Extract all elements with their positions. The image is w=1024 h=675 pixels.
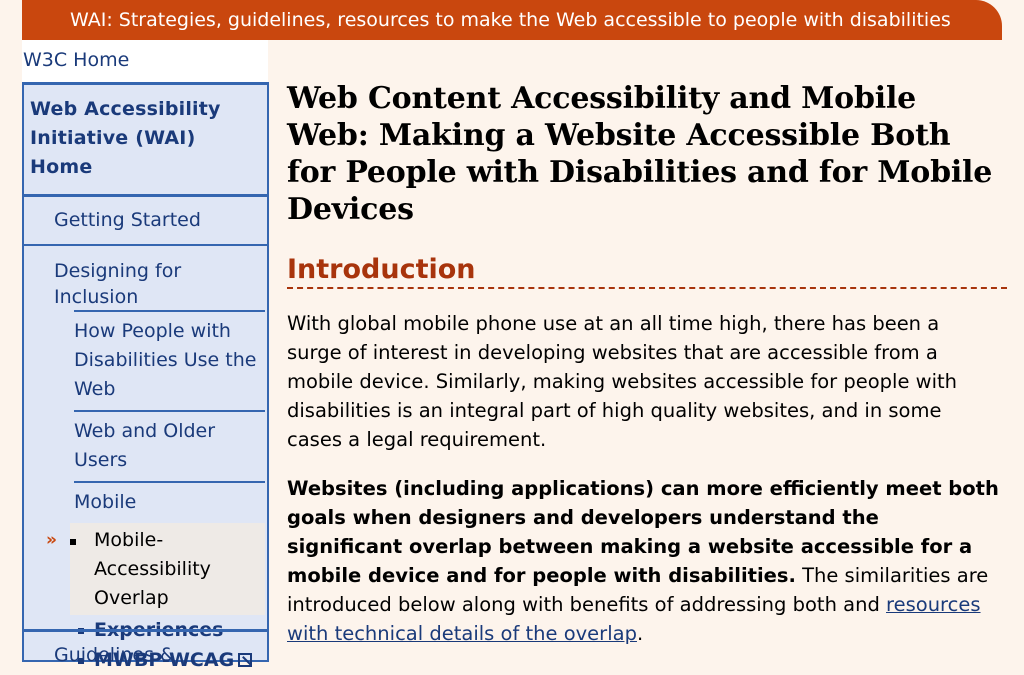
w3c-home-link[interactable]: W3C Home [22, 40, 268, 82]
bullet-icon [70, 539, 76, 545]
sidebar-item-mobile[interactable]: Mobile [74, 481, 265, 523]
banner-text: WAI: Strategies, guidelines, resources t… [70, 9, 951, 31]
sidebar-item-label: Designing for Inclusion [54, 260, 182, 308]
intro-paragraph: With global mobile phone use at an all t… [287, 312, 958, 451]
sidebar-item-label: How People with Disabilities Use the Web [74, 320, 257, 400]
sidebar-item-designing[interactable]: Designing for Inclusion [54, 258, 267, 310]
sidebar-item-older-users[interactable]: Web and Older Users [74, 410, 265, 481]
site-banner: WAI: Strategies, guidelines, resources t… [22, 0, 1002, 40]
current-page-marker-icon: » [46, 530, 57, 550]
sidebar-nav: Web Accessibility Initiative (WAI) Home … [22, 82, 269, 671]
sidebar-item-guidelines[interactable]: Guidelines & [24, 629, 267, 668]
sidebar-item-label: Mobile [74, 491, 137, 513]
sidebar-section-designing: Designing for Inclusion How People with … [24, 246, 267, 675]
sidebar-item-label: Guidelines & [54, 644, 175, 666]
page-title: Web Content Accessibility and Mobile Web… [287, 81, 993, 227]
sidebar-item-how-people[interactable]: How People with Disabilities Use the Web [74, 310, 265, 410]
sidebar-item-label: Web and Older Users [74, 420, 216, 471]
sidebar-item-getting-started[interactable]: Getting Started [24, 197, 267, 246]
overlap-end: . [636, 622, 644, 645]
sidebar-item-current: » Mobile-Accessibility Overlap [46, 523, 265, 615]
sidebar-current-label: Mobile-Accessibility Overlap [94, 529, 211, 609]
sidebar-item-label: Web Accessibility Initiative (WAI) Home [30, 98, 221, 178]
sidebar-item-wai-home[interactable]: Web Accessibility Initiative (WAI) Home [24, 85, 267, 197]
w3c-home-label: W3C Home [23, 49, 130, 71]
sidebar-subnav: How People with Disabilities Use the Web… [46, 310, 265, 675]
main-content: Web Content Accessibility and Mobile Web… [287, 80, 1007, 648]
overlap-paragraph: Websites (including applications) can mo… [287, 474, 999, 648]
sidebar-item-label: Getting Started [54, 209, 201, 231]
section-heading-introduction: Introduction [287, 253, 1007, 289]
